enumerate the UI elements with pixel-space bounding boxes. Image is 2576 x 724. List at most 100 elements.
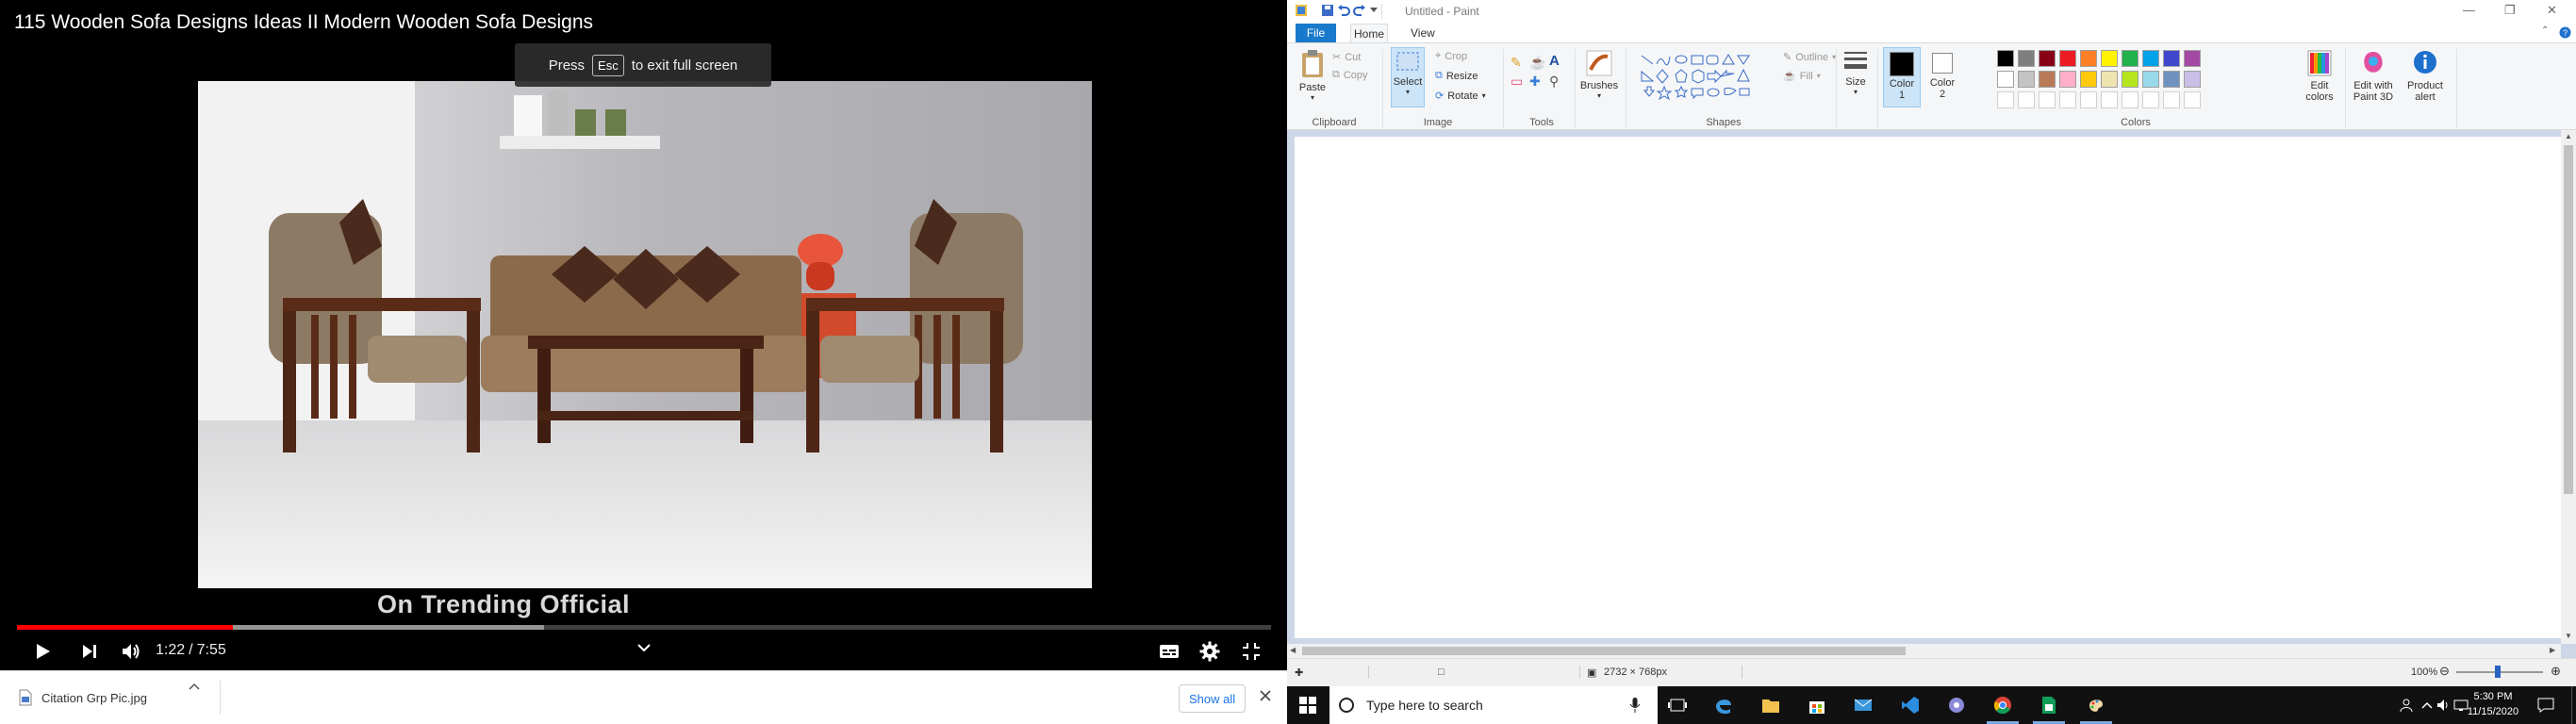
palette-swatch[interactable] bbox=[1997, 71, 2014, 88]
scroll-down-icon[interactable]: ▼ bbox=[2565, 632, 2572, 640]
resize-button[interactable]: ⧉ Resize bbox=[1435, 70, 1478, 82]
palette-swatch[interactable] bbox=[2163, 50, 2180, 67]
download-options-button[interactable] bbox=[189, 679, 200, 693]
close-download-bar-button[interactable] bbox=[1260, 686, 1271, 706]
custom-color-slot[interactable] bbox=[2163, 91, 2180, 108]
crop-button[interactable]: ⌖ Crop bbox=[1435, 50, 1467, 62]
minimize-button[interactable]: — bbox=[2463, 3, 2475, 17]
select-button[interactable]: Select ▾ bbox=[1391, 47, 1425, 107]
vscode-button[interactable] bbox=[1898, 694, 1923, 716]
start-button[interactable] bbox=[1296, 694, 1320, 716]
task-view-button[interactable] bbox=[1665, 694, 1690, 716]
brushes-button[interactable]: Brushes ▾ bbox=[1579, 49, 1619, 100]
microphone-icon[interactable] bbox=[1629, 697, 1641, 714]
tab-file[interactable]: File bbox=[1296, 24, 1336, 42]
paint-taskbar-button[interactable] bbox=[2084, 694, 2108, 716]
color-picker-tool[interactable]: ✚ bbox=[1529, 74, 1541, 90]
tab-home[interactable]: Home bbox=[1350, 24, 1388, 42]
palette-swatch[interactable] bbox=[2184, 50, 2201, 67]
zoom-slider[interactable] bbox=[2456, 666, 2543, 678]
store-button[interactable] bbox=[1805, 694, 1829, 716]
show-all-downloads-button[interactable]: Show all bbox=[1179, 684, 1247, 713]
clock[interactable]: 5:30 PM 11/15/2020 bbox=[2463, 689, 2523, 719]
copy-button[interactable]: ⧉ Copy bbox=[1332, 69, 1368, 81]
custom-color-slot[interactable] bbox=[2142, 91, 2159, 108]
color1-button[interactable]: Color 1 bbox=[1883, 47, 1921, 107]
palette-swatch[interactable] bbox=[1997, 50, 2014, 67]
shape-outline-button[interactable]: ✎ Outline ▾ bbox=[1783, 51, 1836, 64]
sheets-button[interactable] bbox=[2037, 694, 2061, 716]
action-center-button[interactable] bbox=[2534, 694, 2558, 716]
custom-color-slot[interactable] bbox=[2039, 91, 2056, 108]
palette-swatch[interactable] bbox=[2059, 71, 2076, 88]
more-videos-button[interactable] bbox=[630, 634, 658, 662]
progress-bar[interactable] bbox=[17, 625, 1271, 630]
custom-color-slot[interactable] bbox=[2184, 91, 2201, 108]
palette-swatch[interactable] bbox=[2122, 50, 2138, 67]
vertical-scroll-thumb[interactable] bbox=[2564, 145, 2573, 494]
next-button[interactable] bbox=[75, 637, 104, 666]
palette-swatch[interactable] bbox=[2184, 71, 2201, 88]
youtube-player[interactable]: 115 Wooden Sofa Designs Ideas II Modern … bbox=[0, 0, 1287, 670]
paste-button[interactable]: Paste ▾ bbox=[1296, 49, 1329, 102]
chrome-button[interactable] bbox=[1990, 694, 2015, 716]
custom-color-slot[interactable] bbox=[2122, 91, 2138, 108]
palette-swatch[interactable] bbox=[2080, 50, 2097, 67]
settings-button[interactable] bbox=[1196, 637, 1224, 666]
zoom-slider-thumb[interactable] bbox=[2495, 666, 2501, 678]
palette-swatch[interactable] bbox=[2018, 50, 2035, 67]
palette-swatch[interactable] bbox=[2101, 71, 2118, 88]
palette-swatch[interactable] bbox=[2142, 50, 2159, 67]
fill-tool[interactable]: ☕ bbox=[1529, 55, 1545, 71]
subtitles-button[interactable] bbox=[1155, 637, 1183, 666]
eraser-tool[interactable]: ▭ bbox=[1511, 74, 1523, 90]
palette-swatch[interactable] bbox=[2163, 71, 2180, 88]
palette-swatch[interactable] bbox=[2101, 50, 2118, 67]
edit-colors-button[interactable]: Edit colors bbox=[2300, 49, 2339, 103]
edit-with-paint3d-button[interactable]: Edit with Paint 3D bbox=[2349, 49, 2398, 103]
palette-swatch[interactable] bbox=[2142, 71, 2159, 88]
cut-button[interactable]: ✂ Cut bbox=[1332, 51, 1361, 64]
play-button[interactable] bbox=[28, 637, 57, 666]
help-icon[interactable]: ? bbox=[2559, 26, 2571, 39]
volume-button[interactable] bbox=[117, 637, 145, 666]
vertical-scrollbar[interactable]: ▲ ▼ bbox=[2561, 130, 2576, 644]
exit-fullscreen-button[interactable] bbox=[1237, 637, 1265, 666]
shape-fill-button[interactable]: ☕ Fill ▾ bbox=[1783, 70, 1821, 83]
search-box[interactable]: Type here to search bbox=[1329, 686, 1658, 724]
tab-view[interactable]: View bbox=[1411, 26, 1435, 40]
undo-icon[interactable] bbox=[1337, 4, 1350, 17]
mail-button[interactable] bbox=[1851, 694, 1875, 716]
rotate-button[interactable]: ⟳ Rotate ▾ bbox=[1435, 90, 1486, 103]
custom-color-slot[interactable] bbox=[1997, 91, 2014, 108]
palette-swatch[interactable] bbox=[2018, 71, 2035, 88]
drawing-canvas[interactable] bbox=[1295, 137, 2561, 638]
customize-quick-access-icon[interactable] bbox=[1370, 8, 1378, 13]
palette-swatch[interactable] bbox=[2059, 50, 2076, 67]
custom-color-slot[interactable] bbox=[2018, 91, 2035, 108]
save-icon[interactable] bbox=[1321, 4, 1334, 17]
close-window-button[interactable]: ✕ bbox=[2547, 3, 2557, 18]
zoom-out-button[interactable]: ⊖ bbox=[2439, 664, 2450, 679]
custom-color-slot[interactable] bbox=[2059, 91, 2076, 108]
color2-button[interactable]: Color 2 bbox=[1926, 47, 1958, 100]
redo-icon[interactable] bbox=[1353, 4, 1366, 17]
palette-swatch[interactable] bbox=[2122, 71, 2138, 88]
file-explorer-button[interactable] bbox=[1759, 694, 1783, 716]
edge-browser-button[interactable] bbox=[1711, 694, 1736, 716]
pencil-tool[interactable]: ✎ bbox=[1511, 55, 1522, 71]
custom-color-slot[interactable] bbox=[2080, 91, 2097, 108]
scroll-left-icon[interactable]: ◀ bbox=[1290, 646, 1296, 654]
palette-swatch[interactable] bbox=[2080, 71, 2097, 88]
magnifier-tool[interactable]: ⚲ bbox=[1549, 74, 1559, 90]
scroll-up-icon[interactable]: ▲ bbox=[2565, 132, 2572, 140]
scroll-right-icon[interactable]: ▶ bbox=[2550, 646, 2555, 654]
horizontal-scroll-thumb[interactable] bbox=[1302, 647, 1906, 655]
product-alert-button[interactable]: Product alert bbox=[2402, 49, 2449, 103]
zoom-in-button[interactable]: ⊕ bbox=[2551, 664, 2561, 679]
shapes-gallery[interactable] bbox=[1640, 53, 1791, 100]
text-tool[interactable]: A bbox=[1549, 53, 1560, 69]
palette-swatch[interactable] bbox=[2039, 50, 2056, 67]
maximize-button[interactable]: ❐ bbox=[2504, 3, 2516, 18]
show-desktop-button[interactable] bbox=[2571, 686, 2576, 724]
